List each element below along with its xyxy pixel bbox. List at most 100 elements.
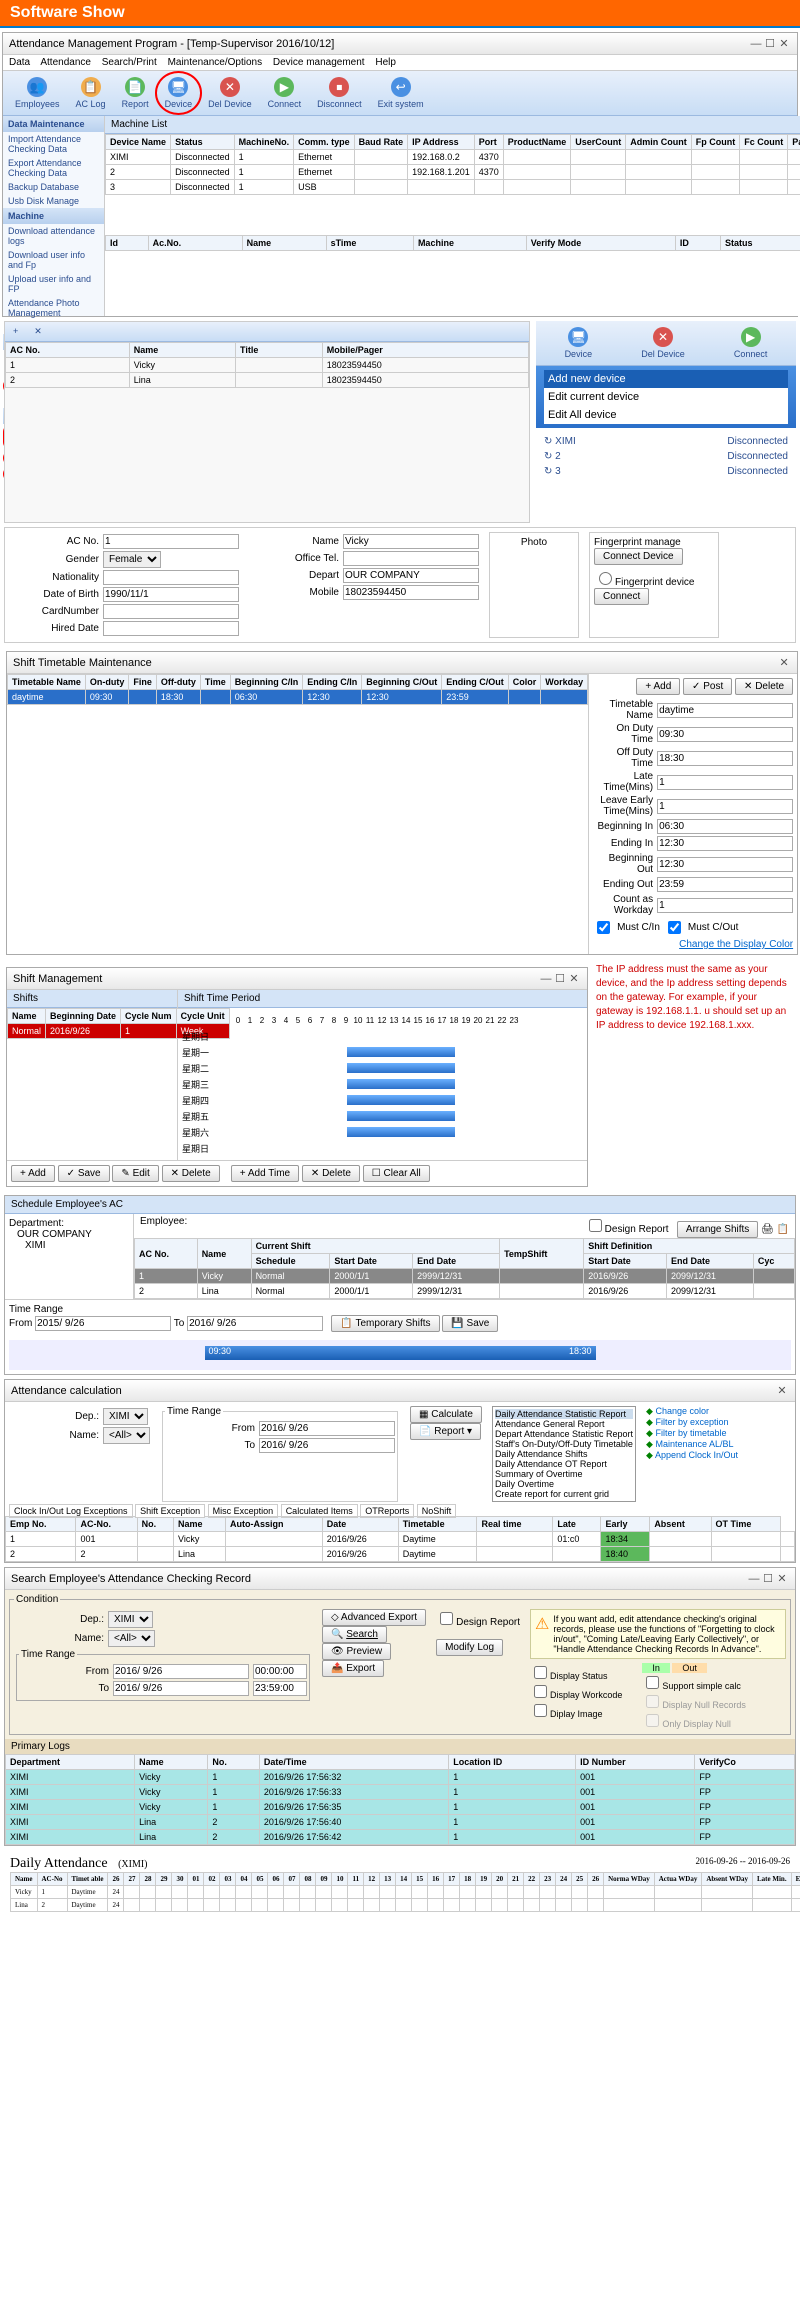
se-design-chk[interactable] xyxy=(589,1219,602,1232)
sm-clear-btn[interactable]: ☐ Clear All xyxy=(363,1165,430,1182)
inp-name[interactable] xyxy=(343,534,479,549)
inp-dept[interactable] xyxy=(343,568,479,583)
sr-dep[interactable]: XIMI xyxy=(108,1611,153,1628)
rep-5[interactable]: Daily Attendance OT Report xyxy=(495,1459,633,1469)
close-icon[interactable]: ✕ xyxy=(567,972,581,985)
sr-preview-btn[interactable]: 👁 Preview xyxy=(322,1643,391,1660)
side-1[interactable]: Filter by exception xyxy=(655,1417,728,1427)
aclog-button[interactable]: 📋AC Log xyxy=(70,75,112,111)
tt-add-btn[interactable]: + Add xyxy=(636,678,680,695)
sr-adv-btn[interactable]: ◇ Advanced Export xyxy=(322,1609,426,1626)
connect-button[interactable]: ▶Connect xyxy=(262,75,308,111)
max-icon[interactable]: ☐ xyxy=(763,37,777,50)
sr-from[interactable] xyxy=(113,1664,249,1679)
max-icon[interactable]: ☐ xyxy=(553,972,567,985)
inp-wd[interactable] xyxy=(657,898,793,913)
machine-list-tab[interactable]: Machine List xyxy=(105,116,800,134)
ac-from[interactable] xyxy=(259,1421,395,1436)
rep-3[interactable]: Staff's On-Duty/Off-Duty Timetable xyxy=(495,1439,633,1449)
chk-dispimg[interactable] xyxy=(534,1704,547,1717)
rep-2[interactable]: Depart Attendance Statistic Report xyxy=(495,1429,633,1439)
deldevice-button[interactable]: ✕Del Device xyxy=(202,75,258,111)
menu-search[interactable]: Search/Print xyxy=(102,57,157,68)
tt-post-btn[interactable]: ✓ Post xyxy=(683,678,732,695)
side-3[interactable]: Maintenance AL/BL xyxy=(655,1439,733,1449)
side-4[interactable]: Append Clock In/Out xyxy=(655,1450,738,1460)
chk-simple[interactable] xyxy=(646,1676,659,1689)
se-to[interactable] xyxy=(187,1316,323,1331)
inp-mobile[interactable] xyxy=(343,585,479,600)
close-icon[interactable]: ✕ xyxy=(777,37,791,50)
sr-to[interactable] xyxy=(113,1681,249,1696)
ac-name[interactable]: <All> xyxy=(103,1427,150,1444)
sm-addtime-btn[interactable]: + Add Time xyxy=(231,1165,299,1182)
rep-6[interactable]: Summary of Overtime xyxy=(495,1469,633,1479)
sb-dl-user[interactable]: Download user info and Fp xyxy=(3,248,104,272)
menu-maint[interactable]: Maintenance/Options xyxy=(168,57,263,68)
dd-add[interactable]: Add new device xyxy=(544,370,788,388)
chk-mustcout[interactable] xyxy=(668,921,681,934)
min-icon[interactable]: — xyxy=(539,973,553,985)
pop-deldevice-btn[interactable]: ✕Del Device xyxy=(635,325,691,361)
inp-nat[interactable] xyxy=(103,570,239,585)
inp-bin[interactable] xyxy=(657,819,793,834)
sr-name[interactable]: <All> xyxy=(108,1630,155,1647)
side-0[interactable]: Change color xyxy=(655,1406,709,1416)
inp-bout[interactable] xyxy=(657,857,793,872)
sb-ul-user[interactable]: Upload user info and FP xyxy=(3,272,104,296)
close-icon[interactable]: ✕ xyxy=(775,1572,789,1585)
inp-off[interactable] xyxy=(657,751,793,766)
emp-add-btn[interactable]: + xyxy=(7,324,24,339)
inp-late[interactable] xyxy=(657,775,793,790)
chk-dispstatus[interactable] xyxy=(534,1666,547,1679)
close-icon[interactable]: ✕ xyxy=(775,1384,789,1397)
ac-report-btn[interactable]: 📄 Report ▾ xyxy=(410,1423,481,1440)
report-button[interactable]: 📄Report xyxy=(116,75,155,111)
rep-0[interactable]: Daily Attendance Statistic Report xyxy=(495,1409,633,1419)
pop-connect-btn[interactable]: ▶Connect xyxy=(728,325,774,361)
sr-export-btn[interactable]: 📤 Export xyxy=(322,1660,384,1677)
connect-device-btn[interactable]: Connect Device xyxy=(594,548,683,565)
tab-0[interactable]: Clock In/Out Log Exceptions xyxy=(9,1504,133,1518)
se-save-btn[interactable]: 💾 Save xyxy=(442,1315,498,1332)
sb-backup[interactable]: Backup Database xyxy=(3,180,104,194)
inp-on[interactable] xyxy=(657,727,793,742)
sm-deltime-btn[interactable]: ✕ Delete xyxy=(302,1165,360,1182)
ac-to[interactable] xyxy=(259,1438,395,1453)
menu-data[interactable]: Data xyxy=(9,57,30,68)
rep-8[interactable]: Create report for current grid xyxy=(495,1489,633,1499)
tt-del-btn[interactable]: ✕ Delete xyxy=(735,678,793,695)
sb-export[interactable]: Export Attendance Checking Data xyxy=(3,156,104,180)
employees-button[interactable]: 👥Employees xyxy=(9,75,66,111)
pop-device-btn[interactable]: 🖥Device xyxy=(559,325,599,361)
se-from[interactable] xyxy=(35,1316,171,1331)
sb-photo[interactable]: Attendance Photo Management xyxy=(3,296,104,320)
sr-search-btn[interactable]: 🔍 Search xyxy=(322,1626,387,1643)
emp-cancel-btn[interactable]: ✕ xyxy=(28,324,48,339)
inp-tn[interactable] xyxy=(657,703,793,718)
tab-3[interactable]: Calculated Items xyxy=(281,1504,358,1518)
sr-to-t[interactable] xyxy=(253,1681,307,1696)
connect-btn[interactable]: Connect xyxy=(594,588,649,605)
close-icon[interactable]: ✕ xyxy=(777,656,791,669)
inp-hire[interactable] xyxy=(103,621,239,636)
fp-radio[interactable] xyxy=(599,572,612,585)
dd-editall[interactable]: Edit All device xyxy=(544,406,788,424)
inp-idcard[interactable] xyxy=(103,604,239,619)
side-2[interactable]: Filter by timetable xyxy=(655,1428,726,1438)
inp-ein[interactable] xyxy=(657,836,793,851)
menu-help[interactable]: Help xyxy=(375,57,396,68)
tab-5[interactable]: NoShift xyxy=(417,1504,457,1518)
sm-del-btn[interactable]: ✕ Delete xyxy=(162,1165,220,1182)
dd-edit[interactable]: Edit current device xyxy=(544,388,788,406)
change-color-link[interactable]: Change the Display Color xyxy=(679,939,793,950)
menu-attendance[interactable]: Attendance xyxy=(40,57,91,68)
exit-button[interactable]: ↩Exit system xyxy=(372,75,430,111)
se-arrange-btn[interactable]: Arrange Shifts xyxy=(677,1221,758,1238)
sm-edit-btn[interactable]: ✎ Edit xyxy=(112,1165,158,1182)
disconnect-button[interactable]: ⏹Disconnect xyxy=(311,75,368,111)
inp-leave[interactable] xyxy=(657,799,793,814)
min-icon[interactable]: — xyxy=(747,1573,761,1585)
sel-gender[interactable]: Female xyxy=(103,551,161,568)
sr-design-chk[interactable] xyxy=(440,1612,453,1625)
